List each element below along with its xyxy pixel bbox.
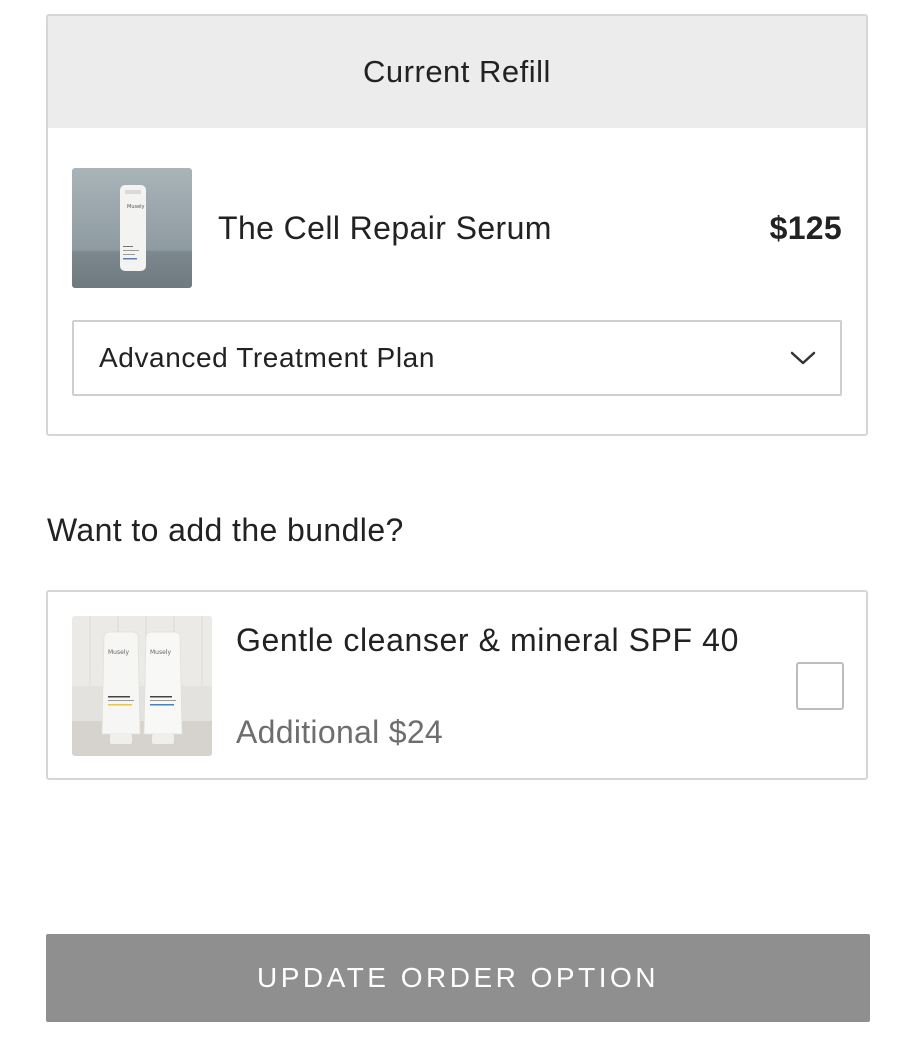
current-refill-title: Current Refill xyxy=(363,54,551,89)
product-price: $125 xyxy=(769,209,842,246)
update-order-option-button[interactable]: UPDATE ORDER OPTION xyxy=(46,934,870,1022)
serum-product-image: Musely xyxy=(72,168,192,288)
svg-text:Musely: Musely xyxy=(108,649,129,656)
product-name: The Cell Repair Serum xyxy=(218,209,552,246)
svg-text:Musely: Musely xyxy=(127,204,145,210)
bundle-option-card[interactable]: Musely Musely Gentle cleanser & mineral … xyxy=(46,590,868,780)
treatment-plan-select[interactable]: Advanced Treatment Plan xyxy=(72,320,842,396)
treatment-plan-selected-value: Advanced Treatment Plan xyxy=(99,342,435,373)
bundle-product-image: Musely Musely xyxy=(72,616,212,756)
current-refill-header: Current Refill xyxy=(48,16,866,128)
chevron-down-icon xyxy=(788,343,818,373)
current-refill-card: Current Refill Musely The Cell Repair Se… xyxy=(46,14,868,436)
bundle-checkbox[interactable] xyxy=(796,662,844,710)
update-order-option-label: UPDATE ORDER OPTION xyxy=(256,962,659,993)
page: Current Refill Musely The Cell Repair Se… xyxy=(0,0,898,1046)
svg-text:Musely: Musely xyxy=(150,649,171,656)
bundle-prompt: Want to add the bundle? xyxy=(47,512,404,548)
bundle-price: Additional $24 xyxy=(236,714,444,750)
bundle-name: Gentle cleanser & mineral SPF 40 xyxy=(236,622,739,658)
refill-product-row: Musely The Cell Repair Serum $125 xyxy=(72,168,842,288)
